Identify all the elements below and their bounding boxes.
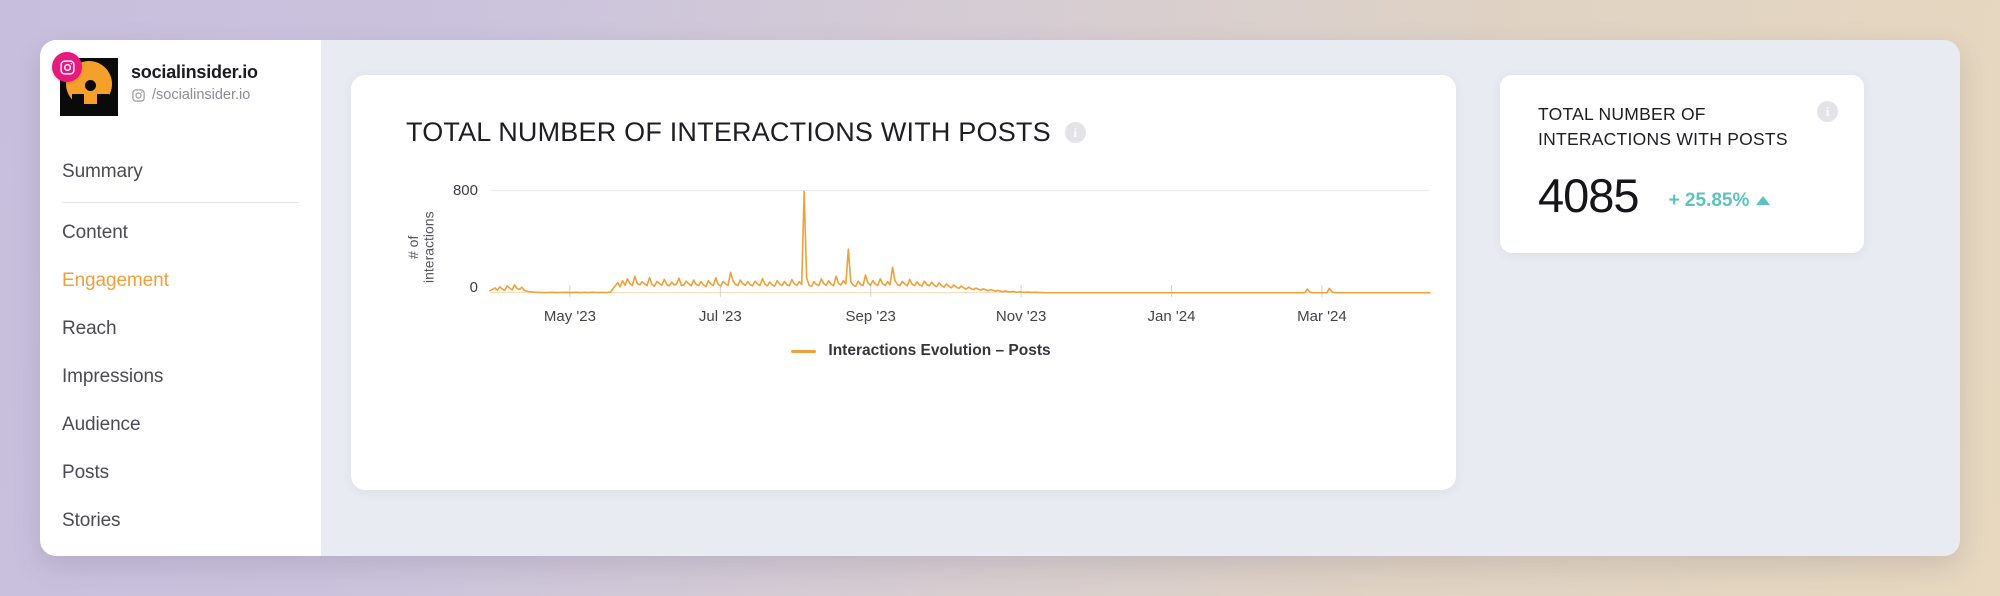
kpi-value-row: 4085 + 25.85% xyxy=(1538,168,1840,223)
kpi-delta-text: + 25.85% xyxy=(1668,189,1750,211)
kpi-delta: + 25.85% xyxy=(1669,190,1771,212)
chart-title: TOTAL NUMBER OF INTERACTIONS WITH POSTS xyxy=(406,117,1051,147)
x-tick-label: May '23 xyxy=(543,308,596,325)
sidebar-item-audience[interactable]: Audience xyxy=(40,401,321,449)
sidebar-item-posts[interactable]: Posts xyxy=(40,449,321,497)
main-content: TOTAL NUMBER OF INTERACTIONS WITH POSTS … xyxy=(321,40,1960,556)
sidebar-nav: Summary Content Engagement Reach Impress… xyxy=(40,148,321,545)
kpi-value: 4085 xyxy=(1538,168,1640,222)
avatar xyxy=(52,52,118,116)
chart-card: TOTAL NUMBER OF INTERACTIONS WITH POSTS … xyxy=(351,75,1456,490)
sidebar: socialinsider.io /socialinsider.io Summa… xyxy=(40,40,321,556)
sidebar-item-summary[interactable]: Summary xyxy=(40,148,321,196)
sidebar-item-engagement[interactable]: Engagement xyxy=(40,257,321,305)
sidebar-item-stories[interactable]: Stories xyxy=(40,497,321,545)
chart-svg xyxy=(490,190,1430,297)
kpi-title: TOTAL NUMBER OF INTERACTIONS WITH POSTS xyxy=(1538,104,1788,149)
sidebar-item-reach[interactable]: Reach xyxy=(40,305,321,353)
profile-handle-text: /socialinsider.io xyxy=(152,87,251,103)
chart-legend: Interactions Evolution – Posts xyxy=(406,342,1436,360)
x-tick-label: Nov '23 xyxy=(995,308,1047,325)
legend-label: Interactions Evolution – Posts xyxy=(828,342,1051,359)
trend-up-icon xyxy=(1756,196,1771,206)
app-panel: socialinsider.io /socialinsider.io Summa… xyxy=(40,40,1960,556)
profile-name: socialinsider.io xyxy=(131,62,258,82)
kpi-card: TOTAL NUMBER OF INTERACTIONS WITH POSTS … xyxy=(1500,75,1864,253)
chart-plot-area: # of interactions 800 0 May '23 Jul '23 Se… xyxy=(405,182,1436,367)
instagram-icon xyxy=(132,88,145,102)
line-chart xyxy=(490,190,1430,297)
profile-handle: /socialinsider.io xyxy=(131,87,258,103)
chart-header: TOTAL NUMBER OF INTERACTIONS WITH POSTS … xyxy=(406,117,1456,148)
x-axis-labels: May '23 Jul '23 Sep '23 Nov '23 Jan '24 Mar '… xyxy=(490,308,1430,330)
y-axis-label: # of interactions xyxy=(405,211,437,283)
info-icon[interactable]: i xyxy=(1064,122,1086,143)
legend-color-swatch xyxy=(791,349,817,353)
sidebar-divider xyxy=(62,202,299,203)
sidebar-item-content[interactable]: Content xyxy=(40,209,321,257)
y-tick-0: 0 xyxy=(469,279,478,296)
x-tick-label: Mar '24 xyxy=(1297,308,1347,325)
y-tick-800: 800 xyxy=(452,182,478,199)
sidebar-item-impressions[interactable]: Impressions xyxy=(40,353,321,401)
x-tick-label: Jan '24 xyxy=(1147,308,1196,325)
profile-header: socialinsider.io /socialinsider.io xyxy=(40,52,321,124)
instagram-badge-icon xyxy=(52,52,82,82)
x-tick-label: Sep '23 xyxy=(845,308,896,325)
x-tick-label: Jul '23 xyxy=(698,308,742,325)
kpi-info-icon[interactable]: i xyxy=(1817,101,1838,122)
